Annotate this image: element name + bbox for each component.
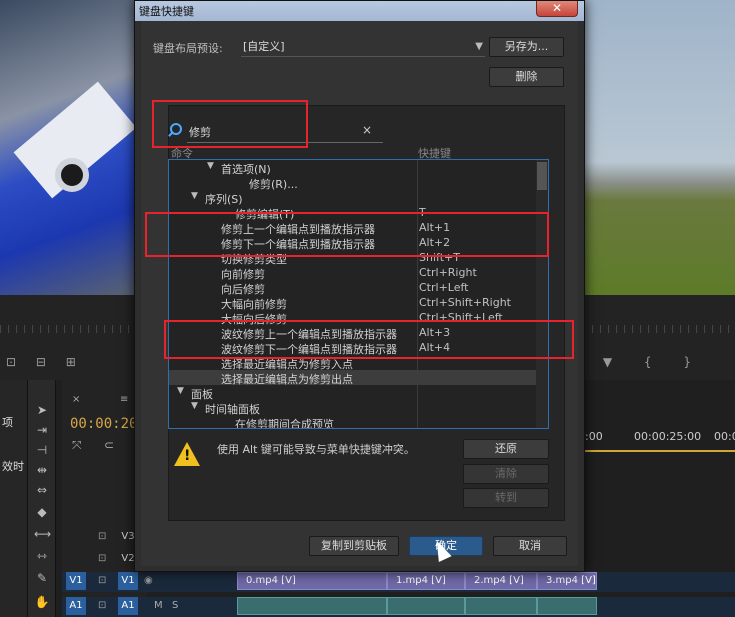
shortcut-key[interactable]: Ctrl+Right: [419, 266, 477, 279]
linked-selection-icon[interactable]: ⊂: [104, 438, 114, 452]
timeline-tab-close-icon[interactable]: ×: [72, 394, 80, 405]
command-row[interactable]: ▼ 面板: [169, 385, 536, 401]
track-v1-label[interactable]: V1: [118, 572, 138, 590]
command-row[interactable]: 向前修剪 Ctrl+Right: [169, 265, 536, 281]
preset-dropdown[interactable]: [自定义] ▼: [241, 37, 485, 57]
command-row[interactable]: 向后修剪 Ctrl+Left: [169, 280, 536, 296]
audio-clip-2[interactable]: [465, 597, 537, 615]
track-a1-label[interactable]: A1: [118, 597, 138, 615]
restore-button[interactable]: 还原: [463, 439, 549, 459]
selection-tool-icon[interactable]: ➤: [34, 402, 50, 418]
command-row[interactable]: 大幅向前修剪 Ctrl+Shift+Right: [169, 295, 536, 311]
rate-stretch-tool-icon[interactable]: ⇔: [34, 482, 50, 498]
snap-icon[interactable]: ⤧: [72, 438, 82, 453]
cancel-button[interactable]: 取消: [493, 536, 567, 556]
highlight-box-ripple-shortcuts: [164, 320, 574, 359]
audio-clip-3[interactable]: [537, 597, 597, 615]
rolling-edit-tool-icon[interactable]: ⇹: [34, 462, 50, 478]
hand-tool-icon[interactable]: ✋: [34, 594, 50, 610]
command-label: 在修剪期间合成预览: [235, 418, 334, 429]
chevron-down-icon: ▼: [475, 41, 483, 52]
lock-icon[interactable]: ⊡: [98, 531, 106, 542]
command-row[interactable]: 修剪(R)...: [169, 175, 536, 191]
warning-message: 使用 Alt 键可能导致与菜单快捷键冲突。: [217, 443, 415, 456]
list-scrollbar[interactable]: [536, 160, 548, 428]
command-row[interactable]: ▼ 时间轴面板: [169, 400, 536, 416]
save-as-button[interactable]: 另存为...: [489, 37, 564, 57]
monitor-left-controls[interactable]: ⊡ ⊟ ⊞: [6, 355, 84, 369]
clear-search-icon[interactable]: ×: [362, 123, 372, 137]
goto-button[interactable]: 转到: [463, 488, 549, 508]
dialog-title: 键盘快捷键: [139, 5, 194, 18]
work-area-bar[interactable]: [578, 450, 735, 452]
highlight-box-trim-shortcuts: [145, 212, 549, 257]
copy-to-clipboard-button[interactable]: 复制到剪贴板: [309, 536, 399, 556]
expand-toggle-icon[interactable]: ▼: [177, 386, 184, 396]
project-panel-edge: 项 效时: [0, 380, 28, 617]
clip-2[interactable]: 2.mp4 [V]: [465, 572, 537, 590]
close-button[interactable]: ✕: [536, 1, 578, 17]
shortcut-key[interactable]: Ctrl+Left: [419, 281, 468, 294]
preset-label: 键盘布局预设:: [153, 42, 223, 55]
mute-button[interactable]: M: [154, 600, 163, 611]
dialog-titlebar[interactable]: 键盘快捷键 ✕: [135, 1, 584, 21]
program-monitor-left: [0, 0, 137, 295]
pen-tool-icon[interactable]: ✎: [34, 570, 50, 586]
monitor-right-controls[interactable]: ▼ { }: [603, 355, 705, 369]
shortcut-key[interactable]: Ctrl+Shift+Right: [419, 296, 511, 309]
timeline-tab-menu-icon[interactable]: ≡: [120, 394, 128, 405]
program-monitor-right: [585, 0, 735, 295]
expand-toggle-icon[interactable]: ▼: [191, 401, 198, 411]
command-row[interactable]: 在修剪期间合成预览: [169, 415, 536, 429]
source-patch-a1[interactable]: A1: [66, 597, 86, 615]
clip-3[interactable]: 3.mp4 [V]: [537, 572, 597, 590]
clip-1[interactable]: 1.mp4 [V]: [387, 572, 465, 590]
scrollbar-thumb[interactable]: [537, 162, 547, 190]
lock-icon[interactable]: ⊡: [98, 600, 106, 611]
eye-icon[interactable]: ◉: [144, 575, 153, 586]
ripple-edit-tool-icon[interactable]: ⊣: [34, 442, 50, 458]
preset-value: [自定义]: [243, 40, 285, 53]
timeline-ruler-time-2: 00:00:25:00: [634, 430, 702, 443]
warning-icon: !: [174, 442, 200, 466]
command-row[interactable]: ▼ 首选项(N): [169, 160, 536, 176]
command-row[interactable]: 选择最近编辑点为修剪出点: [169, 370, 536, 386]
timeline-timecode[interactable]: 00:00:20: [70, 416, 137, 432]
effects-panel-label: 效时: [2, 460, 24, 473]
clear-button[interactable]: 清除: [463, 464, 549, 484]
slip-tool-icon[interactable]: ⟷: [34, 526, 51, 542]
video-frame-wheel: [55, 158, 89, 192]
command-list: ▼ 首选项(N) 修剪(R)... ▼ 序列(S) 修剪编辑(T) T 修剪上一个编辑点到播放…: [168, 159, 549, 429]
project-panel-label: 项: [2, 416, 13, 429]
lock-icon[interactable]: ⊡: [98, 575, 106, 586]
razor-tool-icon[interactable]: ◆: [34, 504, 50, 520]
solo-button[interactable]: S: [172, 600, 178, 611]
audio-clip-1[interactable]: [387, 597, 465, 615]
slide-tool-icon[interactable]: ⇿: [34, 548, 50, 564]
source-patch-v1[interactable]: V1: [66, 572, 86, 590]
lock-icon[interactable]: ⊡: [98, 553, 106, 564]
delete-button[interactable]: 删除: [489, 67, 564, 87]
track-select-tool-icon[interactable]: ⇥: [34, 422, 50, 438]
clip-0[interactable]: 0.mp4 [V]: [237, 572, 387, 590]
expand-toggle-icon[interactable]: ▼: [191, 191, 198, 201]
keyboard-shortcuts-dialog: 键盘快捷键 ✕ 键盘布局预设: [自定义] ▼ 另存为... 删除 修剪 × 命…: [134, 0, 585, 572]
command-row[interactable]: ▼ 序列(S): [169, 190, 536, 206]
highlight-box-search: [152, 100, 308, 148]
expand-toggle-icon[interactable]: ▼: [207, 161, 214, 171]
timeline-ruler-time-3: 00:0: [714, 430, 735, 443]
audio-clip-0[interactable]: [237, 597, 387, 615]
